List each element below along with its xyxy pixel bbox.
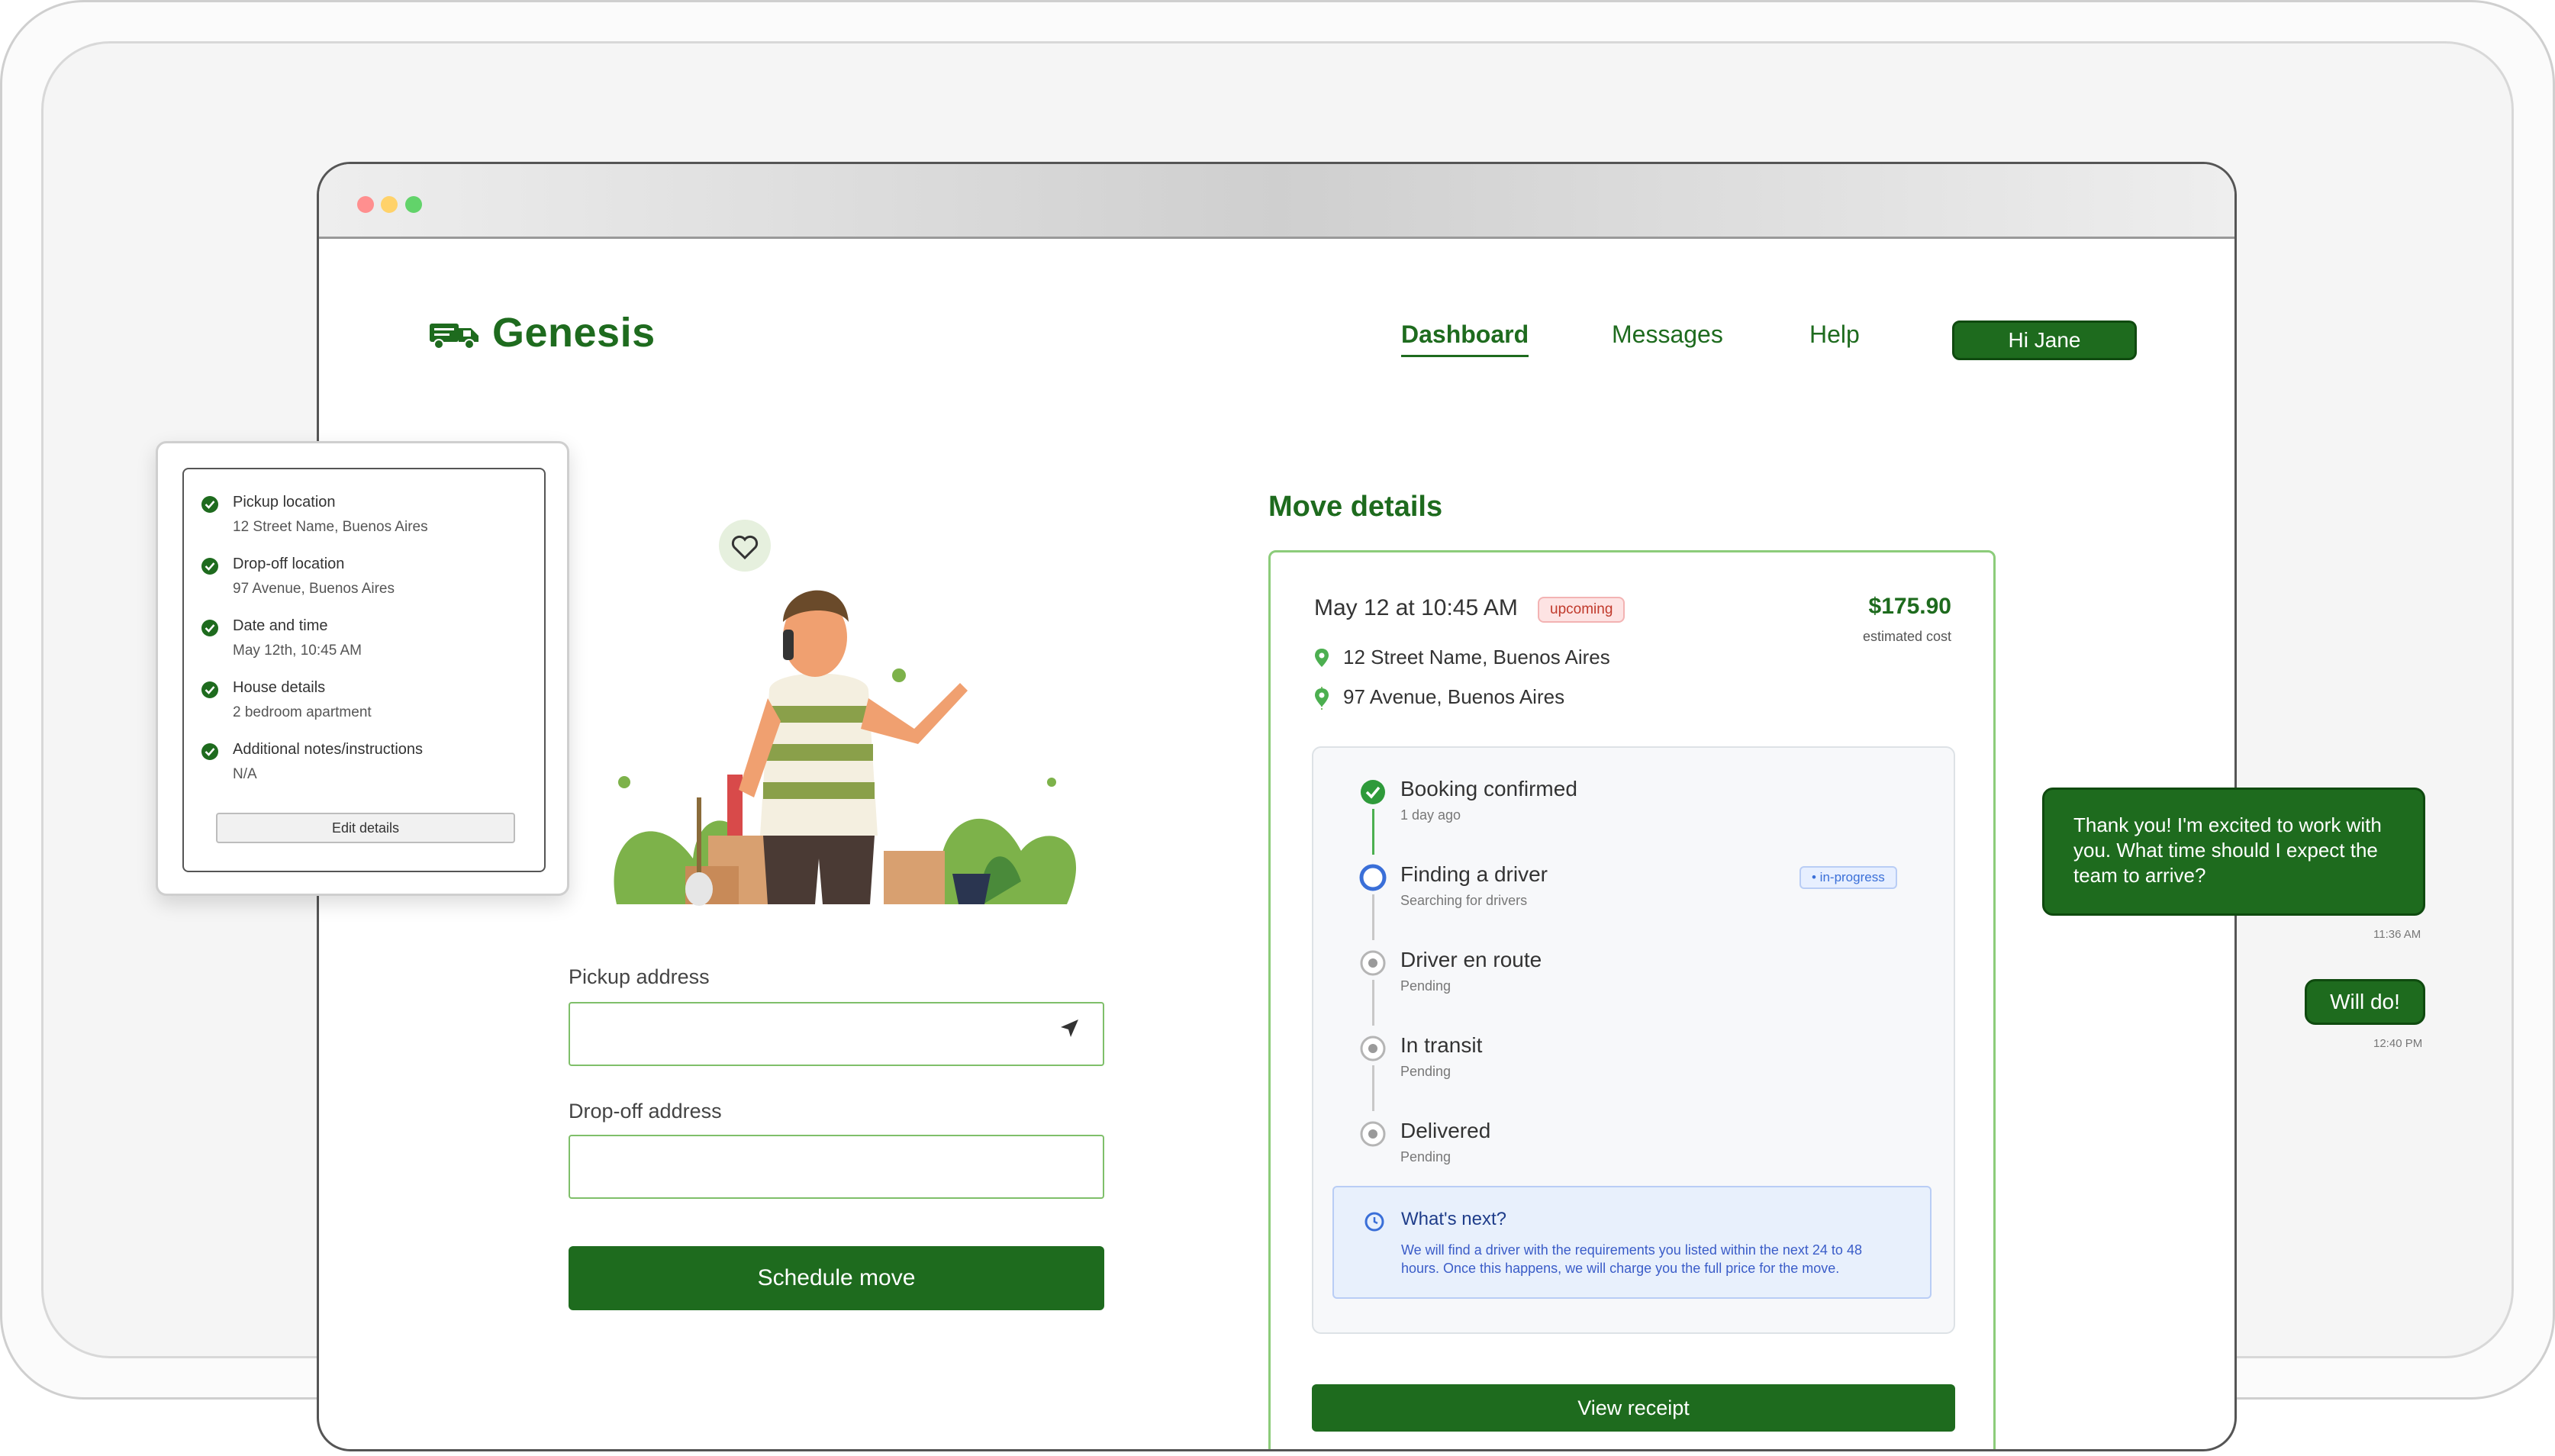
check-circle-icon [201, 620, 218, 636]
move-summary-panel: Pickup location 12 Street Name, Buenos A… [182, 468, 546, 872]
summary-label: House details [233, 679, 326, 696]
pending-dot-icon [1360, 950, 1386, 976]
move-price: $175.90 [1868, 594, 1951, 619]
chat-timestamp: 11:36 AM [2373, 928, 2421, 941]
progress-dot-icon [1359, 864, 1387, 891]
step-title: Driver en route [1400, 948, 1542, 971]
move-details-card: May 12 at 10:45 AM upcoming $175.90 esti… [1268, 550, 1996, 1449]
summary-item-house: House details 2 bedroom apartment [201, 679, 372, 721]
dropoff-address-label: Drop-off address [569, 1100, 722, 1123]
step-title: Finding a driver [1400, 862, 1548, 886]
step-subtitle: Searching for drivers [1400, 893, 1528, 908]
step-subtitle: 1 day ago [1400, 807, 1461, 823]
brand-name: Genesis [492, 310, 656, 356]
pickup-address-label: Pickup address [569, 965, 710, 988]
summary-item-dropoff: Drop-off location 97 Avenue, Buenos Aire… [201, 556, 395, 598]
chat-message-incoming: Thank you! I'm excited to work with you.… [2042, 788, 2425, 916]
pickup-address-input[interactable] [569, 1002, 1104, 1066]
summary-label: Drop-off location [233, 556, 345, 572]
edit-details-button[interactable]: Edit details [216, 813, 515, 843]
pending-dot-icon [1360, 1121, 1386, 1147]
summary-item-datetime: Date and time May 12th, 10:45 AM [201, 617, 362, 659]
move-details-title: Move details [1268, 491, 1443, 523]
step-subtitle: Pending [1400, 978, 1451, 994]
step-subtitle: Pending [1400, 1064, 1451, 1079]
nav-messages[interactable]: Messages [1612, 321, 1723, 349]
stage: Genesis Dashboard Messages Help Hi Jane [0, 0, 2555, 1456]
whats-next-title: What's next? [1401, 1209, 1506, 1229]
summary-value: N/A [233, 766, 257, 782]
timeline-connector [1372, 980, 1374, 1026]
view-receipt-button[interactable]: View receipt [1312, 1384, 1955, 1432]
dropoff-address-row: 97 Avenue, Buenos Aires [1314, 685, 1564, 709]
summary-value: 2 bedroom apartment [233, 704, 372, 720]
in-progress-badge: • in-progress [1799, 866, 1897, 889]
check-circle-icon [201, 743, 218, 760]
brand-logo[interactable]: Genesis [428, 309, 656, 356]
summary-value: 12 Street Name, Buenos Aires [233, 519, 428, 535]
summary-item-notes: Additional notes/instructions N/A [201, 741, 424, 783]
summary-label: Additional notes/instructions [233, 741, 424, 758]
move-summary-card: Pickup location 12 Street Name, Buenos A… [156, 441, 569, 896]
progress-timeline: Booking confirmed 1 day ago Finding a dr… [1312, 746, 1955, 1334]
summary-label: Date and time [233, 617, 328, 634]
step-title: In transit [1400, 1033, 1483, 1057]
price-label: estimated cost [1862, 629, 1951, 644]
schedule-move-button[interactable]: Schedule move [569, 1246, 1104, 1310]
moving-person-illustration [614, 520, 1077, 906]
summary-label: Pickup location [233, 494, 336, 511]
step-subtitle: Pending [1400, 1149, 1451, 1164]
whats-next-notice: What's next? We will find a driver with … [1332, 1186, 1932, 1299]
clock-icon [1364, 1212, 1384, 1232]
minimize-window-button[interactable] [381, 196, 398, 213]
timeline-connector [1372, 1065, 1374, 1111]
summary-item-pickup: Pickup location 12 Street Name, Buenos A… [201, 494, 428, 536]
chat-timestamp: 12:40 PM [2373, 1037, 2423, 1050]
step-title: Delivered [1400, 1119, 1491, 1142]
dropoff-address-input[interactable] [569, 1135, 1104, 1199]
dropoff-address-text: 97 Avenue, Buenos Aires [1343, 685, 1565, 708]
browser-window: Genesis Dashboard Messages Help Hi Jane [317, 162, 2237, 1451]
whats-next-text: We will find a driver with the requireme… [1401, 1242, 1862, 1276]
pending-dot-icon [1360, 1036, 1386, 1061]
check-circle-icon [201, 558, 218, 575]
maximize-window-button[interactable] [405, 196, 422, 213]
truck-icon [430, 324, 478, 350]
timeline-connector [1372, 809, 1374, 855]
check-circle-icon [201, 681, 218, 698]
close-window-button[interactable] [357, 196, 374, 213]
map-pin-icon [1315, 648, 1329, 667]
pickup-address-row: 12 Street Name, Buenos Aires [1314, 646, 1610, 669]
check-circle-icon [201, 496, 218, 513]
step-title: Booking confirmed [1400, 777, 1577, 800]
summary-value: 97 Avenue, Buenos Aires [233, 581, 395, 597]
map-pin-icon [1315, 688, 1329, 707]
check-circle-icon [1361, 780, 1385, 804]
browser-titlebar [319, 164, 2234, 239]
status-badge: upcoming [1538, 597, 1625, 623]
summary-value: May 12th, 10:45 AM [233, 643, 362, 659]
move-date: May 12 at 10:45 AM [1314, 595, 1518, 620]
user-menu-button[interactable]: Hi Jane [1952, 321, 2137, 360]
pickup-address-text: 12 Street Name, Buenos Aires [1343, 646, 1610, 668]
nav-dashboard[interactable]: Dashboard [1401, 321, 1529, 357]
nav-help[interactable]: Help [1809, 321, 1860, 349]
timeline-connector [1372, 894, 1374, 940]
send-arrow-icon[interactable] [1058, 1017, 1081, 1040]
chat-message-reply: Will do! [2305, 979, 2425, 1025]
